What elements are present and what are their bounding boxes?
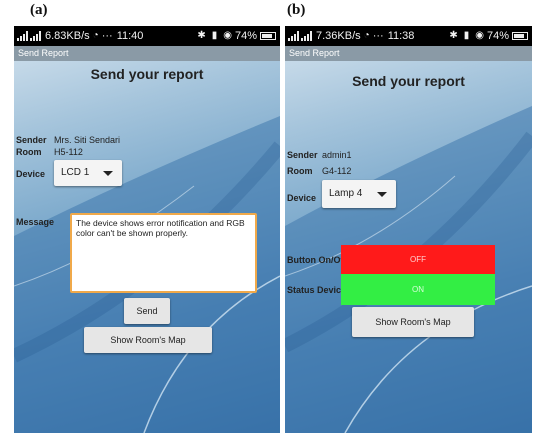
show-room-map-button[interactable]: Show Room's Map [84, 327, 212, 353]
button-onoff-label: Button On/Off [287, 255, 347, 265]
net-speed: 7.36KB/s [316, 30, 361, 42]
sender-value: Mrs. Siti Sendari [54, 135, 121, 145]
sender-label: Sender [287, 150, 318, 160]
sender-label: Sender [16, 135, 47, 145]
clock: 11:38 [387, 30, 415, 42]
bluetooth-icon: ✱ [449, 30, 458, 41]
device-label: Device [287, 193, 317, 203]
battery-icon [260, 32, 276, 40]
send-button[interactable]: Send [124, 298, 170, 324]
device-dropdown[interactable]: Lamp 4 [322, 180, 396, 208]
device-selected: LCD 1 [61, 167, 90, 178]
page-title: Send your report [90, 66, 204, 82]
phone-screen-b: 7.36KB/s ◔ ··· 11:38 ✱ ▮ ◉ 74% Send Repo… [285, 26, 532, 433]
device-dropdown[interactable]: LCD 1 [54, 160, 122, 186]
status-bar-b: 7.36KB/s ◔ ··· 11:38 ✱ ▮ ◉ 74% [285, 26, 532, 46]
dropdown-caret-icon [103, 171, 113, 176]
room-value: G4-112 [322, 166, 352, 176]
room-label: Room [16, 147, 42, 157]
status-device-label: Status Device [287, 285, 347, 295]
report-form-b: Send your report Sender admin1 Room G4-1… [285, 61, 532, 433]
wifi-icon: ◔ [92, 30, 99, 41]
page-title: Send your report [352, 73, 465, 89]
vibrate-icon: ▮ [463, 30, 470, 41]
device-status-indicator: ON [341, 274, 495, 305]
signal-icon [30, 31, 42, 41]
alarm-icon: ◉ [475, 30, 484, 41]
panel-a-label: (a) [30, 2, 48, 18]
report-form-a: Send your report Sender Mrs. Siti Sendar… [14, 61, 280, 433]
bluetooth-icon: ✱ [197, 30, 206, 41]
wifi-icon: ◔ [363, 30, 370, 41]
status-dots: ··· [372, 30, 384, 42]
status-dots: ··· [101, 30, 113, 42]
signal-icon [288, 31, 300, 41]
phone-screen-a: 6.83KB/s ◔ ··· 11:40 ✱ ▮ ◉ 74% Send Repo… [14, 26, 280, 433]
message-textarea[interactable]: The device shows error notification and … [70, 213, 257, 293]
net-speed: 6.83KB/s [45, 30, 90, 42]
battery-icon [512, 32, 528, 40]
panel-b-label: (b) [287, 2, 306, 18]
battery-percent: 74% [234, 30, 257, 42]
device-label: Device [16, 169, 46, 179]
status-bar-a: 6.83KB/s ◔ ··· 11:40 ✱ ▮ ◉ 74% [14, 26, 280, 46]
window-title: Send Report [14, 46, 280, 61]
message-label: Message [16, 217, 55, 227]
sender-value: admin1 [322, 150, 352, 160]
alarm-icon: ◉ [223, 30, 232, 41]
signal-icon [17, 31, 29, 41]
battery-percent: 74% [486, 30, 509, 42]
room-value: H5-112 [54, 147, 83, 157]
power-toggle-button[interactable]: OFF [341, 245, 495, 275]
signal-icon [301, 31, 313, 41]
vibrate-icon: ▮ [211, 30, 218, 41]
room-label: Room [287, 166, 313, 176]
clock: 11:40 [116, 30, 144, 42]
show-room-map-button[interactable]: Show Room's Map [352, 307, 474, 337]
dropdown-caret-icon [377, 192, 387, 197]
window-title: Send Report [285, 46, 532, 61]
device-selected: Lamp 4 [329, 188, 363, 199]
